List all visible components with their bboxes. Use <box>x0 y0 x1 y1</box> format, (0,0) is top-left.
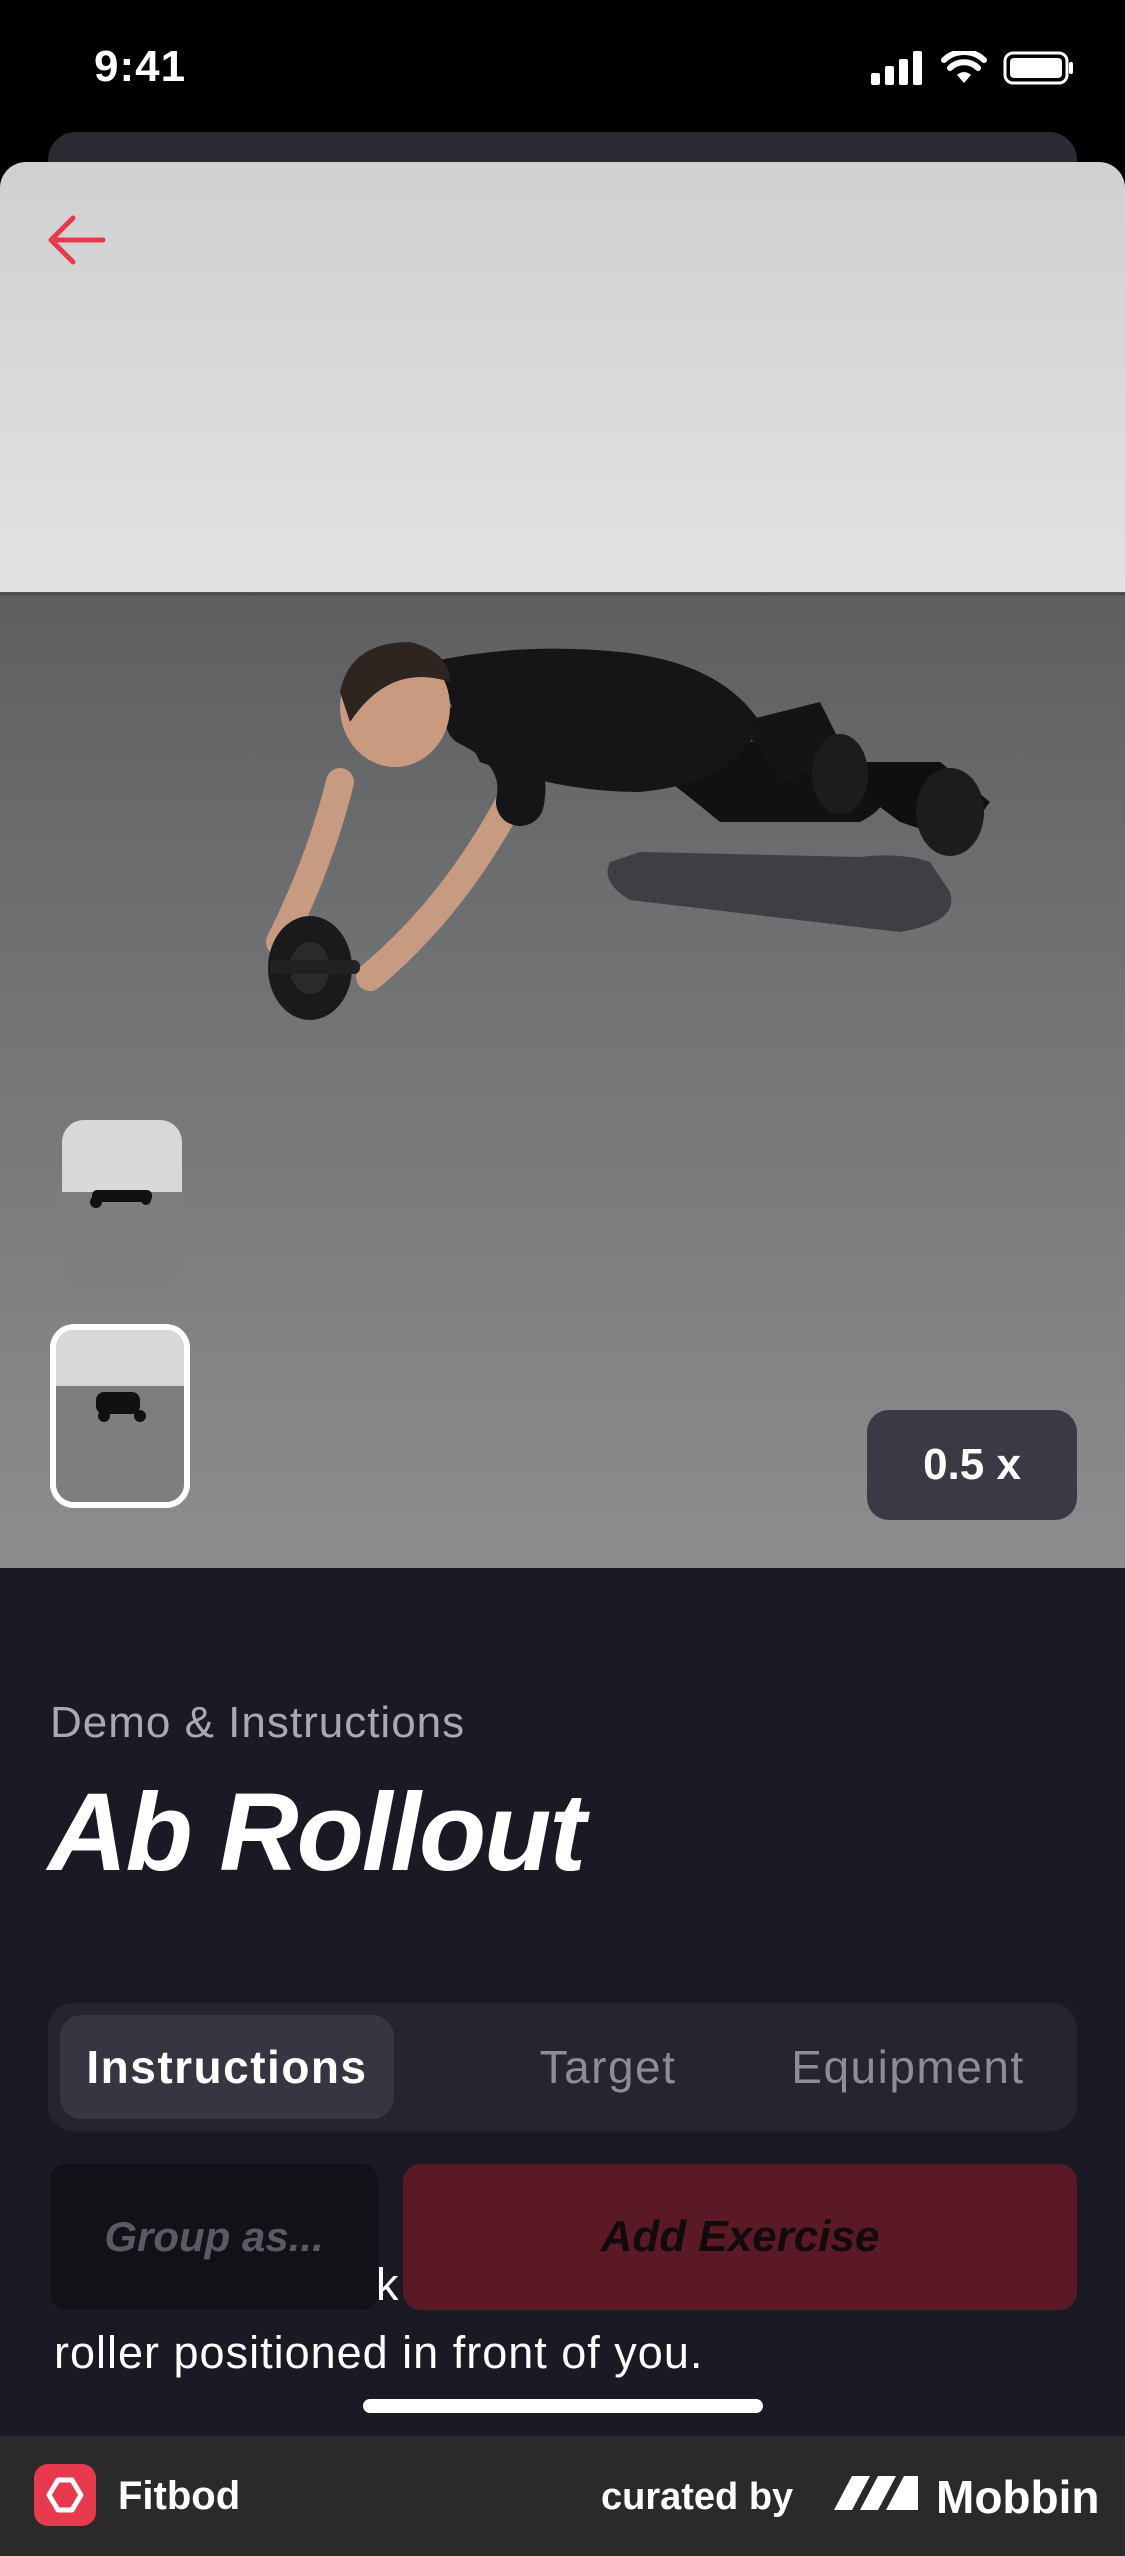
segmented-tabs: Instructions Target Equipment <box>48 2003 1077 2131</box>
attribution-footer: Fitbod curated by Mobbin <box>0 2436 1125 2556</box>
status-bar: 9:41 <box>0 0 1125 140</box>
video-thumbnail-1[interactable] <box>62 1120 182 1288</box>
exercise-details: Demo & Instructions Ab Rollout Instructi… <box>0 1568 1125 2436</box>
home-indicator <box>363 2399 763 2413</box>
tab-equipment[interactable]: Equipment <box>748 2015 1068 2119</box>
curated-by-label: curated by <box>601 2476 794 2518</box>
app-name: Fitbod <box>118 2474 241 2518</box>
fitbod-logo-icon <box>34 2464 96 2526</box>
tab-instructions[interactable]: Instructions <box>60 2015 394 2119</box>
section-subtitle: Demo & Instructions <box>50 1698 466 1747</box>
wifi-icon <box>941 51 987 83</box>
mobbin-logo-icon <box>834 2476 918 2510</box>
arrow-left-icon <box>48 215 106 265</box>
instructions-line-2: roller positioned in front of you. <box>54 2327 704 2378</box>
playback-speed-button[interactable]: 0.5 x <box>867 1410 1077 1520</box>
exercise-title: Ab Rollout <box>48 1771 586 1894</box>
status-icons <box>871 50 1075 86</box>
group-as-button[interactable]: Group as... <box>50 2164 378 2310</box>
thumbnail-image <box>56 1330 184 1502</box>
video-thumbnail-2-selected[interactable] <box>50 1324 190 1508</box>
add-exercise-button[interactable]: Add Exercise <box>403 2164 1077 2310</box>
back-button[interactable] <box>38 202 114 278</box>
exercise-video[interactable]: 0.5 x <box>0 162 1125 1568</box>
cellular-signal-icon <box>871 51 922 85</box>
status-time: 9:41 <box>94 42 187 91</box>
thumbnail-image <box>62 1120 182 1288</box>
battery-icon <box>1003 51 1073 85</box>
mobbin-brand: Mobbin <box>936 2471 1100 2523</box>
tab-target[interactable]: Target <box>458 2015 758 2119</box>
